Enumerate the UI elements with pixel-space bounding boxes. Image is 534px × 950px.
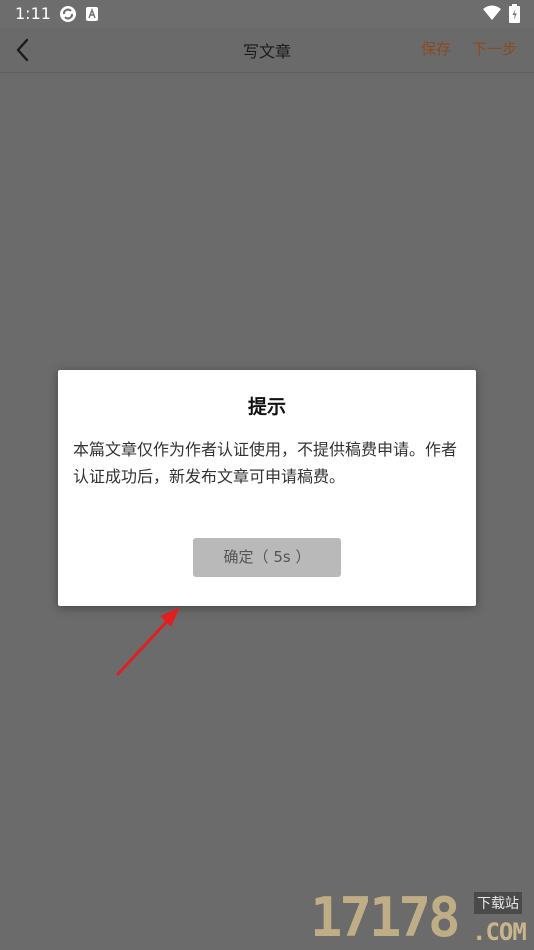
dialog-message: 本篇文章仅作为作者认证使用，不提供稿费申请。作者认证成功后，新发布文章可申请稿费… <box>73 440 458 486</box>
confirm-button[interactable]: 确定（ 5s ） <box>193 538 341 577</box>
wifi-icon <box>483 5 501 20</box>
watermark-logo: 17178 下载站 .COM <box>310 888 532 948</box>
app-a-icon <box>86 7 98 21</box>
next-step-button[interactable]: 下一步 <box>472 38 517 59</box>
watermark-label: 下载站 <box>474 892 522 914</box>
page-title: 写文章 <box>242 42 291 61</box>
save-button[interactable]: 保存 <box>421 38 451 59</box>
watermark-domain: .COM <box>472 918 527 946</box>
dialog-title: 提示 <box>247 396 286 418</box>
status-time: 1:11 <box>15 4 51 23</box>
battery-icon <box>509 4 520 23</box>
watermark-number: 17178 <box>310 886 461 949</box>
status-bar: 1:11 <box>0 0 534 28</box>
app-bar: 写文章 保存 下一步 <box>0 28 534 73</box>
sync-icon <box>60 6 76 22</box>
annotation-arrow-icon <box>116 607 180 676</box>
notice-dialog: 提示 本篇文章仅作为作者认证使用，不提供稿费申请。作者认证成功后，新发布文章可申… <box>58 370 476 606</box>
